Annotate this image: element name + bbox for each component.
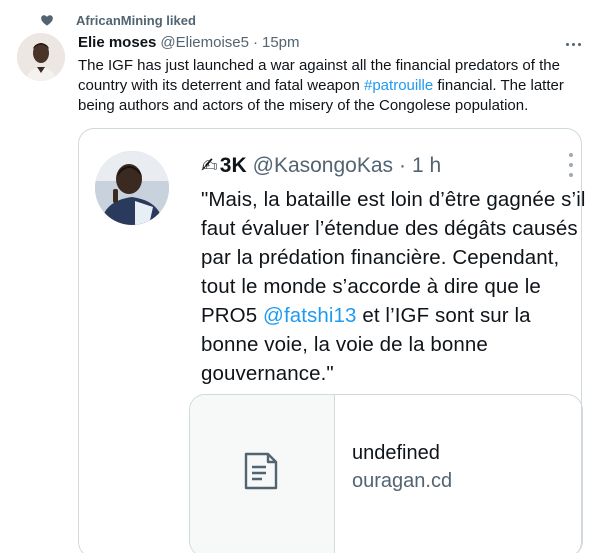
heart-icon (41, 15, 53, 26)
link-title: undefined (352, 442, 440, 464)
link-preview-card[interactable]: undefined ouragan.cd (189, 394, 583, 553)
more-dot (569, 163, 573, 167)
quoted-author-avatar-image (95, 151, 169, 225)
mention-link[interactable]: @fatshi13 (263, 304, 357, 327)
author-avatar[interactable] (17, 33, 65, 81)
quoted-author-handle[interactable]: @KasongoKas (253, 154, 393, 178)
quoted-author-name[interactable]: 3K (220, 154, 247, 178)
link-domain: ouragan.cd (352, 470, 453, 492)
quoted-tweet-card[interactable]: ✍ 3K @KasongoKas · 1 h "Mais, la bataill… (78, 128, 585, 553)
more-dot (565, 42, 569, 46)
more-options-icon[interactable] (560, 36, 586, 52)
quoted-more-options-icon[interactable] (568, 153, 574, 177)
author-avatar-image (17, 33, 65, 81)
more-dot (571, 42, 575, 46)
tweet-text: The IGF has just launched a war against … (78, 56, 598, 116)
more-dot (569, 173, 573, 177)
quoted-tweet-timestamp[interactable]: 1 h (412, 154, 441, 178)
author-handle[interactable]: @Eliemoise5 (160, 34, 249, 51)
author-name[interactable]: Elie moses (78, 34, 156, 51)
link-info: undefined ouragan.cd (335, 395, 452, 553)
quoted-author-avatar[interactable] (95, 151, 169, 225)
tweet-timestamp[interactable]: 15pm (262, 34, 300, 51)
separator-dot: · (399, 154, 407, 177)
quoted-tweet-text: "Mais, la bataille est loin d’être gagné… (201, 185, 591, 388)
hashtag-link[interactable]: #patrouille (364, 77, 433, 94)
social-context: AfricanMining liked (41, 10, 196, 30)
quoted-tweet-header: ✍ 3K @KasongoKas · 1 h (201, 153, 441, 178)
separator-dot: · (252, 34, 258, 51)
social-context-label[interactable]: AfricanMining liked (76, 13, 196, 28)
more-dot (577, 42, 581, 46)
writing-hand-icon: ✍ (201, 155, 218, 177)
document-icon (244, 452, 278, 490)
more-dot (569, 153, 573, 157)
link-thumbnail (190, 395, 335, 553)
tweet-header: Elie moses @Eliemoise5 · 15pm (78, 34, 300, 51)
